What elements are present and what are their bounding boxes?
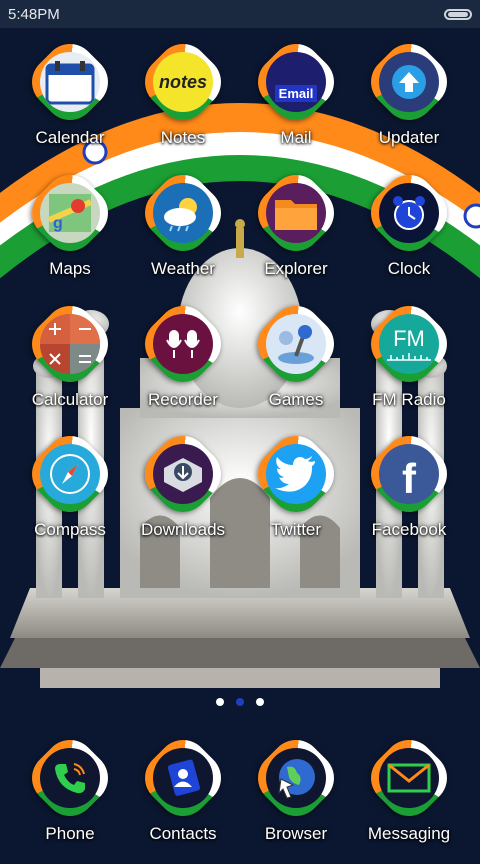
app-calculator[interactable]: Calculator (15, 295, 125, 430)
calculator-icon (40, 314, 100, 374)
dock-messaging[interactable]: Messaging (354, 729, 464, 864)
download-icon (153, 444, 213, 504)
app-label: Phone (45, 824, 95, 843)
app-notes[interactable]: notes Notes (128, 33, 238, 168)
app-maps[interactable]: g Maps (15, 164, 125, 299)
dock-contacts[interactable]: Contacts (128, 729, 238, 864)
app-clock[interactable]: Clock (354, 164, 464, 299)
app-facebook[interactable]: f Facebook (354, 425, 464, 560)
app-label: Twitter (270, 520, 322, 539)
globe-icon (266, 748, 326, 808)
twitter-bird-icon (266, 444, 326, 504)
app-label: Contacts (149, 824, 217, 843)
app-label: Recorder (148, 390, 218, 409)
app-twitter[interactable]: Twitter (241, 425, 351, 560)
app-label: FM Radio (372, 390, 446, 409)
radio-icon: FM (379, 314, 439, 374)
dock: Phone Contacts Browser Messaging (0, 729, 480, 853)
dock-phone[interactable]: Phone (15, 729, 125, 864)
maps-icon: g (40, 183, 100, 243)
app-label: Downloads (140, 520, 226, 539)
app-label: Calculator (31, 390, 109, 409)
app-label: Compass (34, 520, 106, 539)
app-label: Updater (378, 128, 440, 147)
notes-icon: notes (153, 52, 213, 112)
status-time: 5:48PM (8, 5, 60, 23)
page-dot[interactable] (256, 698, 264, 706)
app-label: Mail (280, 128, 312, 147)
app-label: Explorer (264, 259, 328, 278)
app-mail[interactable]: Email Mail (241, 33, 351, 168)
updater-icon (379, 52, 439, 112)
app-updater[interactable]: Updater (354, 33, 464, 168)
calendar-icon (40, 52, 100, 112)
app-label: Browser (264, 824, 328, 843)
page-dot-active[interactable] (236, 698, 244, 706)
battery-icon (444, 8, 472, 20)
contacts-icon (153, 748, 213, 808)
app-calendar[interactable]: Calendar (15, 33, 125, 168)
weather-icon (153, 183, 213, 243)
app-weather[interactable]: Weather (128, 164, 238, 299)
compass-icon (40, 444, 100, 504)
app-explorer[interactable]: Explorer (241, 164, 351, 299)
app-label: Clock (387, 259, 431, 278)
microphone-icon (153, 314, 213, 374)
alarm-clock-icon (379, 183, 439, 243)
phone-icon (40, 748, 100, 808)
status-bar: 5:48PM (0, 0, 480, 28)
app-label: Games (268, 390, 324, 409)
app-label: Notes (160, 128, 206, 147)
app-label: Maps (49, 259, 91, 278)
app-label: Messaging (367, 824, 451, 843)
app-compass[interactable]: Compass (15, 425, 125, 560)
svg-text:g: g (53, 215, 63, 232)
page-indicator (0, 698, 480, 706)
facebook-icon: f (379, 444, 439, 504)
envelope-icon (379, 748, 439, 808)
joystick-icon (266, 314, 326, 374)
mail-icon: Email (266, 52, 326, 112)
app-label: Calendar (35, 128, 105, 147)
folder-icon (266, 183, 326, 243)
page-dot[interactable] (216, 698, 224, 706)
app-fm-radio[interactable]: FM FM Radio (354, 295, 464, 430)
dock-browser[interactable]: Browser (241, 729, 351, 864)
app-label: Facebook (371, 520, 447, 539)
app-downloads[interactable]: Downloads (128, 425, 238, 560)
app-label: Weather (151, 259, 215, 278)
app-games[interactable]: Games (241, 295, 351, 430)
app-recorder[interactable]: Recorder (128, 295, 238, 430)
